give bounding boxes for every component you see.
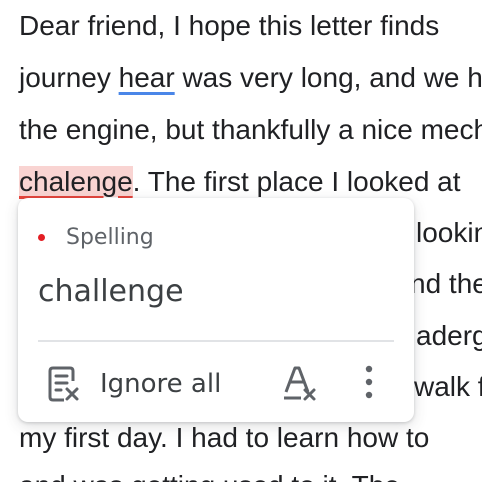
more-vert-icon	[365, 365, 373, 403]
document-text: nd the	[410, 268, 482, 299]
grammar-flagged-word[interactable]: hear	[119, 62, 175, 93]
document-line: and was getting used to it. The	[19, 466, 400, 482]
spelling-category-dot	[38, 234, 45, 241]
spelling-suggestion-popup: Spelling challenge Ignore all	[18, 198, 414, 422]
document-page: Dear friend, I hope this letter finds jo…	[0, 0, 482, 482]
ignore-all-button[interactable]: Ignore all	[46, 362, 221, 406]
suggestion-category-label: Spelling	[66, 225, 154, 250]
popup-divider	[38, 340, 394, 342]
document-line: Dear friend, I hope this letter finds	[19, 6, 439, 46]
document-text: my first day. I had to learn how to	[19, 422, 430, 453]
document-text: aderg	[416, 320, 482, 351]
document-text: was very long, and we had trouble with	[182, 62, 482, 93]
document-text: walk f	[414, 371, 482, 402]
ignore-document-icon	[46, 364, 86, 404]
misspelled-word[interactable]: chalenge	[19, 166, 133, 197]
clear-formatting-button[interactable]	[280, 362, 320, 406]
clear-formatting-icon	[281, 362, 319, 406]
document-line: my first day. I had to learn how to	[19, 418, 429, 458]
document-line: the engine, but thankfully a nice mechan…	[19, 110, 482, 150]
document-line: nd the	[410, 264, 482, 304]
document-text: Dear friend, I hope this letter finds	[19, 10, 440, 41]
document-line: walk f	[414, 367, 482, 407]
document-text: and was getting used to it. The	[19, 470, 400, 482]
ignore-all-label: Ignore all	[100, 369, 222, 399]
document-text: journey	[19, 62, 119, 93]
document-line: journey hear was very long, and we had t…	[19, 58, 482, 98]
document-text: . The first place I looked at	[132, 166, 461, 197]
suggestion-challenge[interactable]: challenge	[38, 274, 184, 310]
document-text: looking	[416, 217, 482, 248]
document-line: aderg	[416, 316, 482, 356]
document-line: chalenge. The first place I looked at	[19, 162, 461, 202]
more-options-button[interactable]	[356, 362, 382, 406]
document-text: the engine, but thankfully a nice mechan…	[19, 114, 482, 145]
document-line: looking	[416, 213, 482, 253]
